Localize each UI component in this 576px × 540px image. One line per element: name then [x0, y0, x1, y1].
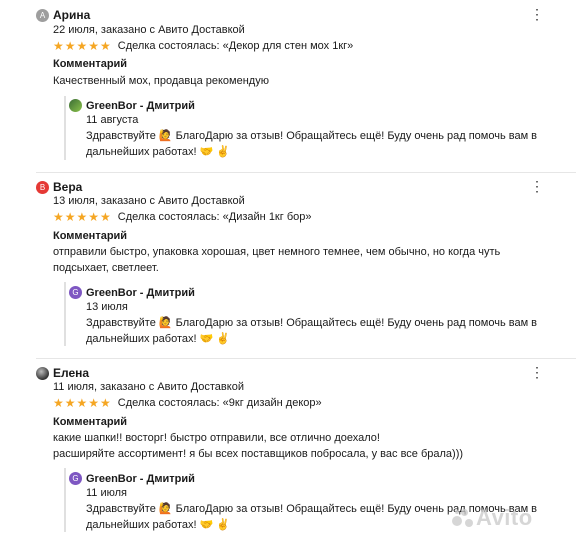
comment-text: Качественный мох, продавца рекомендую: [53, 75, 269, 87]
seller-name[interactable]: GreenBor - Дмитрий: [86, 100, 195, 112]
avito-watermark: Avito: [452, 505, 533, 531]
reply-divider: [64, 468, 66, 532]
review-header: Елена: [36, 366, 89, 380]
avatar[interactable]: А: [36, 8, 49, 22]
reply-text: Здравствуйте 🙋 БлагоДарю за отзыв! Обращ…: [86, 317, 538, 345]
seller-avatar[interactable]: G: [69, 472, 82, 485]
comment-line: какие шапки!! восторг! быстро отправили,…: [53, 432, 380, 444]
reviewer-name[interactable]: Елена: [53, 366, 89, 380]
more-options-icon[interactable]: ⋮: [530, 6, 544, 23]
star-rating-icon: ★★★★★: [53, 210, 112, 224]
review-header: В Вера: [36, 180, 82, 194]
seller-avatar[interactable]: [69, 99, 82, 112]
comment-text: какие шапки!! восторг! быстро отправили,…: [53, 430, 553, 462]
comment-title: Комментарий: [53, 416, 128, 428]
reviewer-name[interactable]: Арина: [53, 8, 90, 22]
avatar[interactable]: [36, 366, 49, 380]
more-options-icon[interactable]: ⋮: [530, 364, 544, 381]
deal-text[interactable]: Сделка состоялась: «9кг дизайн декор»: [118, 397, 322, 409]
reply-text: Здравствуйте 🙋 БлагоДарю за отзыв! Обращ…: [86, 130, 538, 158]
reply-header: G GreenBor - Дмитрий: [69, 472, 195, 485]
comment-line: расширяйте ассортимент! я бы всех постав…: [53, 448, 464, 460]
comment-title: Комментарий: [53, 58, 128, 70]
seller-avatar[interactable]: G: [69, 286, 82, 299]
review-meta: 22 июля, заказано с Авито Доставкой: [53, 24, 245, 36]
reviewer-name[interactable]: Вера: [53, 180, 82, 194]
review-header: А Арина: [36, 8, 90, 22]
reply-divider: [64, 96, 66, 160]
rating-row: ★★★★★ Сделка состоялась: «Декор для стен…: [53, 39, 353, 53]
comment-text: отправили быстро, упаковка хорошая, цвет…: [53, 246, 501, 274]
watermark-text: Avito: [476, 505, 533, 530]
reply-date: 11 августа: [86, 114, 139, 126]
reply-divider: [64, 282, 66, 346]
more-options-icon[interactable]: ⋮: [530, 178, 544, 195]
reply-header: GreenBor - Дмитрий: [69, 99, 195, 112]
deal-text[interactable]: Сделка состоялась: «Дизайн 1кг бор»: [118, 211, 312, 223]
rating-row: ★★★★★ Сделка состоялась: «9кг дизайн дек…: [53, 396, 322, 410]
rating-row: ★★★★★ Сделка состоялась: «Дизайн 1кг бор…: [53, 210, 311, 224]
review-divider: [36, 172, 576, 173]
avatar[interactable]: В: [36, 180, 49, 194]
seller-name[interactable]: GreenBor - Дмитрий: [86, 473, 195, 485]
avito-logo-icon: [452, 508, 474, 528]
reply-date: 13 июля: [86, 301, 128, 313]
reply-header: G GreenBor - Дмитрий: [69, 286, 195, 299]
review-meta: 11 июля, заказано с Авито Доставкой: [53, 381, 244, 393]
reply-date: 11 июля: [86, 487, 128, 499]
star-rating-icon: ★★★★★: [53, 396, 112, 410]
deal-text[interactable]: Сделка состоялась: «Декор для стен мох 1…: [118, 40, 353, 52]
star-rating-icon: ★★★★★: [53, 39, 112, 53]
comment-title: Комментарий: [53, 230, 128, 242]
review-divider: [36, 358, 576, 359]
seller-name[interactable]: GreenBor - Дмитрий: [86, 287, 195, 299]
review-meta: 13 июля, заказано с Авито Доставкой: [53, 195, 245, 207]
